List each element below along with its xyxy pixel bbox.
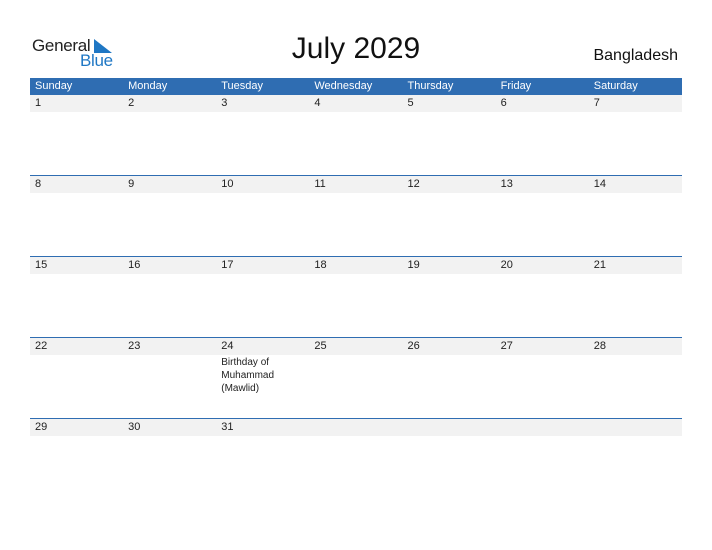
week-row: 29 30 31 (30, 418, 682, 499)
day-number-row: 22 23 24 25 26 27 28 (30, 338, 682, 355)
day-number: 29 (35, 421, 48, 433)
day-number: 5 (407, 97, 414, 109)
day-event (496, 193, 589, 256)
day-number: 17 (221, 259, 234, 271)
day-event (216, 112, 309, 175)
week-row: 1 2 3 4 5 6 7 (30, 95, 682, 175)
day-number: 20 (500, 259, 513, 271)
event-row (30, 112, 682, 175)
weekday-friday: Friday (500, 80, 532, 92)
weekday-saturday: Saturday (593, 80, 638, 92)
day-number: 30 (128, 421, 141, 433)
day-event (216, 193, 309, 256)
event-row: Birthday of Muhammad (Mawlid) (30, 355, 682, 418)
day-number: 22 (35, 340, 48, 352)
day-event (123, 193, 216, 256)
day-event (496, 355, 589, 418)
day-event (403, 193, 496, 256)
day-event (30, 112, 123, 175)
day-event (30, 274, 123, 337)
day-number: 25 (314, 340, 327, 352)
day-number (403, 419, 496, 436)
week-row: 15 16 17 18 19 20 21 (30, 256, 682, 337)
day-number (496, 419, 589, 436)
day-number: 14 (593, 178, 606, 190)
day-event (123, 355, 216, 418)
day-event (30, 193, 123, 256)
event-row (30, 274, 682, 337)
day-event (403, 274, 496, 337)
day-event (30, 436, 123, 499)
day-number: 31 (221, 421, 234, 433)
day-event (123, 112, 216, 175)
day-event (589, 112, 682, 175)
weekday-sunday: Sunday (35, 80, 73, 92)
day-event (309, 436, 402, 499)
weekday-header: Sunday Monday Tuesday Wednesday Thursday… (30, 78, 682, 95)
calendar-grid: Sunday Monday Tuesday Wednesday Thursday… (30, 78, 682, 499)
day-number: 12 (407, 178, 420, 190)
day-number: 28 (593, 340, 606, 352)
day-number: 16 (128, 259, 141, 271)
day-number (589, 419, 682, 436)
day-number: 18 (314, 259, 327, 271)
weekday-monday: Monday (128, 80, 168, 92)
day-number: 15 (35, 259, 48, 271)
day-event (589, 355, 682, 418)
day-event (216, 274, 309, 337)
day-number-row: 15 16 17 18 19 20 21 (30, 257, 682, 274)
country-label: Bangladesh (593, 47, 678, 64)
day-number: 26 (407, 340, 420, 352)
day-event (589, 274, 682, 337)
week-row: 8 9 10 11 12 13 14 (30, 175, 682, 256)
day-event (123, 274, 216, 337)
day-number-row: 29 30 31 (30, 419, 682, 436)
day-event (496, 436, 589, 499)
day-event (309, 355, 402, 418)
day-number: 4 (314, 97, 321, 109)
day-number: 13 (500, 178, 513, 190)
day-number: 23 (128, 340, 141, 352)
weekday-wednesday: Wednesday (314, 80, 373, 92)
day-number: 27 (500, 340, 513, 352)
day-event (309, 112, 402, 175)
weekday-tuesday: Tuesday (221, 80, 264, 92)
event-row (30, 436, 682, 499)
day-number-row: 8 9 10 11 12 13 14 (30, 176, 682, 193)
day-event (309, 193, 402, 256)
day-number: 3 (221, 97, 228, 109)
day-event (123, 436, 216, 499)
day-event (496, 274, 589, 337)
event-row (30, 193, 682, 256)
day-number (309, 419, 402, 436)
day-number: 9 (128, 178, 135, 190)
day-number: 2 (128, 97, 135, 109)
day-event (216, 436, 309, 499)
day-event (496, 112, 589, 175)
day-number: 24 (221, 340, 234, 352)
day-event (403, 112, 496, 175)
day-event (403, 436, 496, 499)
day-number-row: 1 2 3 4 5 6 7 (30, 95, 682, 112)
day-number: 8 (35, 178, 42, 190)
day-event (403, 355, 496, 418)
day-number: 7 (593, 97, 600, 109)
day-event: Birthday of Muhammad (Mawlid) (221, 357, 275, 394)
day-number: 19 (407, 259, 420, 271)
weekday-thursday: Thursday (407, 80, 454, 92)
day-event (589, 436, 682, 499)
week-row: 22 23 24 25 26 27 28 Birthday of Muhammad (Mawlid… (30, 337, 682, 418)
day-number: 21 (593, 259, 606, 271)
day-number: 11 (314, 178, 326, 190)
day-number: 6 (500, 97, 507, 109)
day-event (30, 355, 123, 418)
day-event (589, 193, 682, 256)
day-number: 1 (35, 97, 42, 109)
day-event (309, 274, 402, 337)
day-number: 10 (221, 178, 234, 190)
